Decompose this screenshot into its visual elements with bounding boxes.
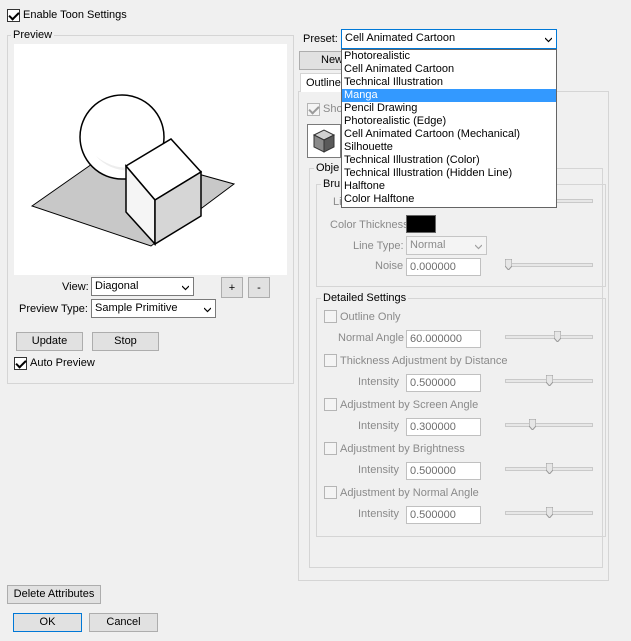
tab-outline-label: Outline [306,77,341,89]
brush-group-title: Bru [321,178,343,190]
new-preset-button-label: New [321,54,344,66]
thickness-distance-checkbox[interactable] [324,354,337,367]
chevron-down-icon [475,244,482,250]
preset-option[interactable]: Cell Animated Cartoon (Mechanical) [342,128,556,141]
chevron-down-icon [545,37,552,43]
detailed-settings-title: Detailed Settings [321,292,409,304]
stop-button[interactable]: Stop [92,332,159,351]
normal-angle-label: Normal Angle [338,332,405,344]
ok-button[interactable]: OK [13,613,82,632]
normal-angle-input[interactable]: 60.000000 [406,330,481,348]
normal-angle-adj-checkbox[interactable] [324,486,337,499]
preset-option[interactable]: Technical Illustration [342,76,556,89]
view-label: View: [62,281,89,293]
preset-option[interactable]: Pencil Drawing [342,102,556,115]
preset-select-value: Cell Animated Cartoon [345,32,456,44]
show-outline-checkbox[interactable] [307,103,320,116]
preset-label: Preset: [303,33,338,45]
brightness-checkbox[interactable] [324,442,337,455]
cancel-button[interactable]: Cancel [89,613,158,632]
auto-preview-label: Auto Preview [30,357,95,369]
zoom-out-button[interactable]: - [248,277,270,298]
brightness-label: Adjustment by Brightness [340,443,465,455]
normal-angle-adj-slider-thumb[interactable] [545,507,553,518]
thickness-intensity-slider-thumb[interactable] [545,375,553,386]
normal-angle-adj-intensity-input[interactable]: 0.500000 [406,506,481,524]
update-button[interactable]: Update [16,332,83,351]
line-type-select-value: Normal [410,239,446,251]
preview-canvas [14,44,287,275]
color-thickness-label: Color Thickness [330,219,409,231]
screen-angle-label: Adjustment by Screen Angle [340,399,479,411]
view-select[interactable]: Diagonal [91,277,194,296]
preset-option[interactable]: Halftone [342,180,556,193]
preview-type-select[interactable]: Sample Primitive [91,299,216,318]
thickness-intensity-label: Intensity [358,376,399,388]
screen-angle-slider-thumb[interactable] [529,419,537,430]
preset-dropdown-list: Photorealistic Cell Animated Cartoon Techn… [341,49,557,208]
normal-angle-slider-thumb[interactable] [553,331,561,342]
outline-only-checkbox[interactable] [324,310,337,323]
noise-label: Noise [375,260,404,272]
brightness-intensity-label: Intensity [358,464,399,476]
preview-type-label: Preview Type: [19,303,88,315]
preset-option[interactable]: Cell Animated Cartoon [342,63,556,76]
noise-slider-track[interactable] [505,263,593,267]
line-type-label: Line Type: [353,240,404,252]
screen-angle-intensity-input[interactable]: 0.300000 [406,418,481,436]
brush-preview-button[interactable] [307,124,341,158]
preview-group-title: Preview [11,29,55,41]
preview-render-image [30,94,236,247]
preset-option[interactable]: Photorealistic (Edge) [342,115,556,128]
normal-angle-slider-track[interactable] [505,335,593,339]
show-outline-label: Sho [323,103,343,115]
line-type-select[interactable]: Normal [406,236,487,255]
thickness-distance-label: Thickness Adjustment by Distance [340,355,508,367]
brightness-intensity-input[interactable]: 0.500000 [406,462,481,480]
preset-option[interactable]: Color Halftone [342,193,556,206]
chevron-down-icon [182,285,189,291]
view-select-value: Diagonal [95,280,139,292]
screen-angle-checkbox[interactable] [324,398,337,411]
noise-input[interactable]: 0.000000 [406,258,481,276]
cube-icon [312,129,336,153]
preset-option[interactable]: Technical Illustration (Color) [342,154,556,167]
noise-slider-thumb[interactable] [505,259,512,270]
auto-preview-checkbox[interactable] [14,357,27,370]
preset-option[interactable]: Photorealistic [342,50,556,63]
enable-toon-label: Enable Toon Settings [23,9,127,21]
tab-outline[interactable]: Outline [300,73,346,92]
normal-angle-adj-label: Adjustment by Normal Angle [340,487,479,499]
object-group-title: Obje [314,162,342,174]
normal-angle-adj-intensity-label: Intensity [358,508,399,520]
color-thickness-swatch[interactable] [406,215,436,233]
outline-only-label: Outline Only [340,311,401,323]
preset-select[interactable]: Cell Animated Cartoon [341,29,557,49]
chevron-down-icon [204,307,211,313]
zoom-in-button[interactable]: + [221,277,243,298]
preview-type-select-value: Sample Primitive [95,302,178,314]
enable-toon-checkbox[interactable] [7,9,20,22]
brightness-slider-thumb[interactable] [545,463,553,474]
preset-option[interactable]: Technical Illustration (Hidden Line) [342,167,556,180]
preset-option[interactable]: Manga [342,89,556,102]
screen-angle-intensity-label: Intensity [358,420,399,432]
delete-attributes-button[interactable]: Delete Attributes [7,585,101,604]
screen-angle-slider-track[interactable] [505,423,593,427]
thickness-intensity-input[interactable]: 0.500000 [406,374,481,392]
preset-option[interactable]: Silhouette [342,141,556,154]
